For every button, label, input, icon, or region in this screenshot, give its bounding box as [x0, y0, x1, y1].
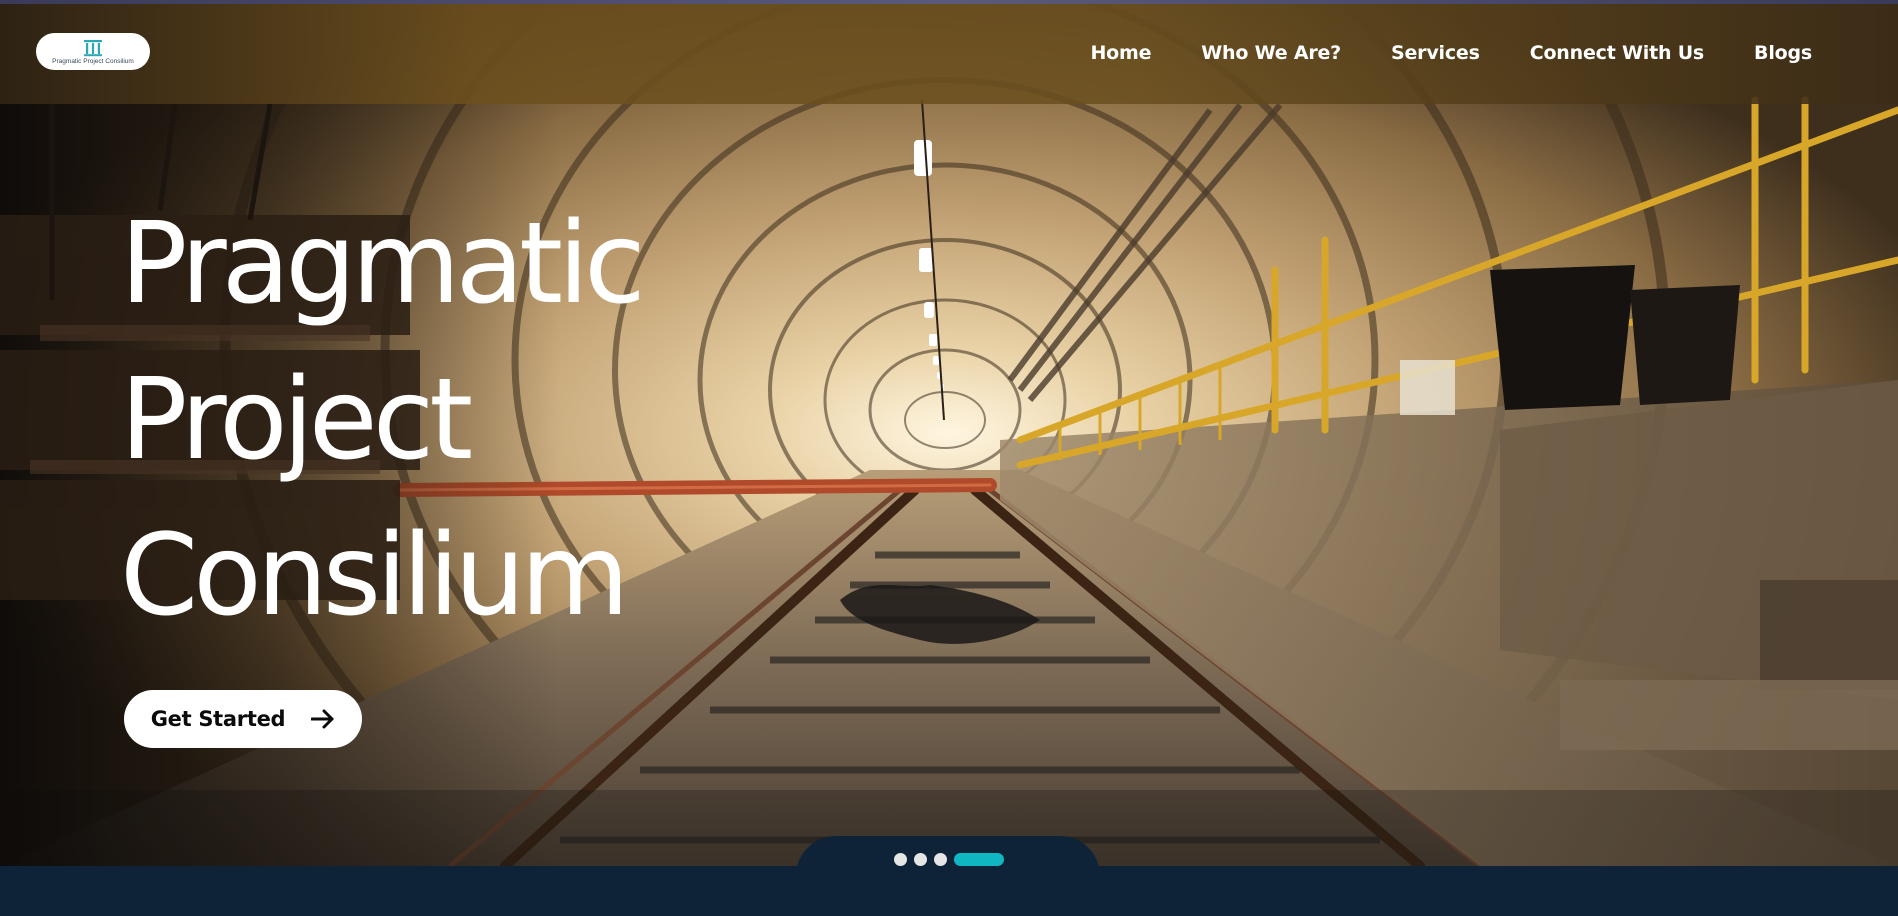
- nav-item-services[interactable]: Services: [1391, 42, 1480, 64]
- hero-title-line-1: Pragmatic: [120, 199, 646, 329]
- slider-dot-2[interactable]: [914, 853, 927, 866]
- page: Pragmatic Project Consilium Home Who We …: [0, 0, 1898, 916]
- slider-dot-1[interactable]: [894, 853, 907, 866]
- slider-dot-4-active[interactable]: [954, 853, 1004, 866]
- nav-item-home[interactable]: Home: [1090, 42, 1151, 64]
- nav-item-connect-with-us[interactable]: Connect With Us: [1530, 42, 1705, 64]
- nav-item-blogs[interactable]: Blogs: [1754, 42, 1812, 64]
- hero-title-line-2: Project: [120, 355, 473, 485]
- site-header: Pragmatic Project Consilium Home Who We …: [0, 4, 1898, 104]
- site-logo[interactable]: Pragmatic Project Consilium: [36, 33, 150, 70]
- top-border: [0, 0, 1898, 4]
- hero-title: Pragmatic Project Consilium: [120, 186, 646, 654]
- main-nav: Home Who We Are? Services Connect With U…: [1090, 42, 1812, 64]
- hero-title-line-3: Consilium: [120, 511, 629, 641]
- arrow-right-icon: [311, 709, 334, 729]
- logo-text: Pragmatic Project Consilium: [52, 57, 134, 65]
- get-started-label: Get Started: [150, 707, 286, 731]
- nav-item-who-we-are[interactable]: Who We Are?: [1201, 42, 1341, 64]
- slider-dot-3[interactable]: [934, 853, 947, 866]
- slider-dots: [894, 853, 1004, 866]
- get-started-button[interactable]: Get Started: [124, 690, 362, 748]
- pillar-logo-icon: [84, 39, 102, 56]
